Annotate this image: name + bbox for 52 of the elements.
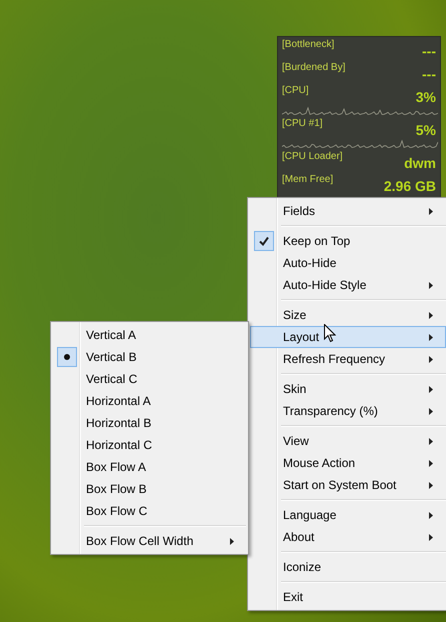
field-value: --- [422, 43, 436, 59]
menu-item[interactable]: Refresh Frequency [250, 348, 446, 370]
submenu-arrow-icon [429, 460, 433, 466]
menu-item[interactable]: Box Flow C [53, 500, 246, 522]
field-value: 2.96 GB [384, 178, 436, 194]
menu-item[interactable]: Vertical C [53, 368, 246, 390]
menu-item[interactable]: Size [250, 304, 446, 326]
menu-item[interactable]: Auto-Hide [250, 252, 446, 274]
field-value: dwm [404, 155, 436, 171]
field-label: [CPU] [282, 85, 309, 96]
menu-item[interactable]: About [250, 526, 446, 548]
menu-item[interactable]: Exit [250, 586, 446, 608]
submenu-arrow-icon [429, 356, 433, 362]
submenu-arrow-icon [230, 538, 234, 544]
menu-item[interactable]: Layout [250, 326, 446, 348]
mouse-cursor-icon [324, 324, 336, 343]
submenu-arrow-icon [429, 534, 433, 540]
submenu-arrow-icon [429, 208, 433, 214]
menu-item[interactable]: Horizontal C [53, 434, 246, 456]
menu-item[interactable]: Language [250, 504, 446, 526]
menu-item[interactable]: Fields [250, 200, 446, 222]
menu-item[interactable]: Iconize [250, 556, 446, 578]
menu-item[interactable]: Skin [250, 378, 446, 400]
menu-item[interactable]: View [250, 430, 446, 452]
menu-item[interactable]: Auto-Hide Style [250, 274, 446, 296]
field-label: [Mem Free] [282, 174, 334, 185]
menu-item[interactable]: Horizontal B [53, 412, 246, 434]
menu-item[interactable]: Vertical B [53, 346, 246, 368]
submenu-arrow-icon [429, 438, 433, 444]
field-label: [CPU Loader] [282, 151, 343, 162]
submenu-arrow-icon [429, 512, 433, 518]
menu-item[interactable]: Transparency (%) [250, 400, 446, 422]
menu-item[interactable]: Mouse Action [250, 452, 446, 474]
submenu-arrow-icon [429, 482, 433, 488]
menu-item[interactable]: Horizontal A [53, 390, 246, 412]
field-label: [Burdened By] [282, 62, 346, 73]
submenu-arrow-icon [429, 386, 433, 392]
menu-item[interactable]: Box Flow A [53, 456, 246, 478]
menu-item[interactable]: Start on System Boot [250, 474, 446, 496]
field-value: --- [422, 66, 436, 82]
field-label: [CPU #1] [282, 118, 323, 129]
submenu-arrow-icon [429, 408, 433, 414]
submenu-arrow-icon [429, 334, 433, 340]
submenu-arrow-icon [429, 312, 433, 318]
menu-item[interactable]: Box Flow B [53, 478, 246, 500]
submenu-arrow-icon [429, 282, 433, 288]
menu-item[interactable]: Vertical A [53, 324, 246, 346]
menu-item[interactable]: Box Flow Cell Width [53, 530, 246, 552]
field-value: 5% [416, 122, 436, 138]
menu-item[interactable]: Keep on Top [250, 230, 446, 252]
field-value: 3% [416, 89, 436, 105]
field-label: [Bottleneck] [282, 39, 334, 50]
